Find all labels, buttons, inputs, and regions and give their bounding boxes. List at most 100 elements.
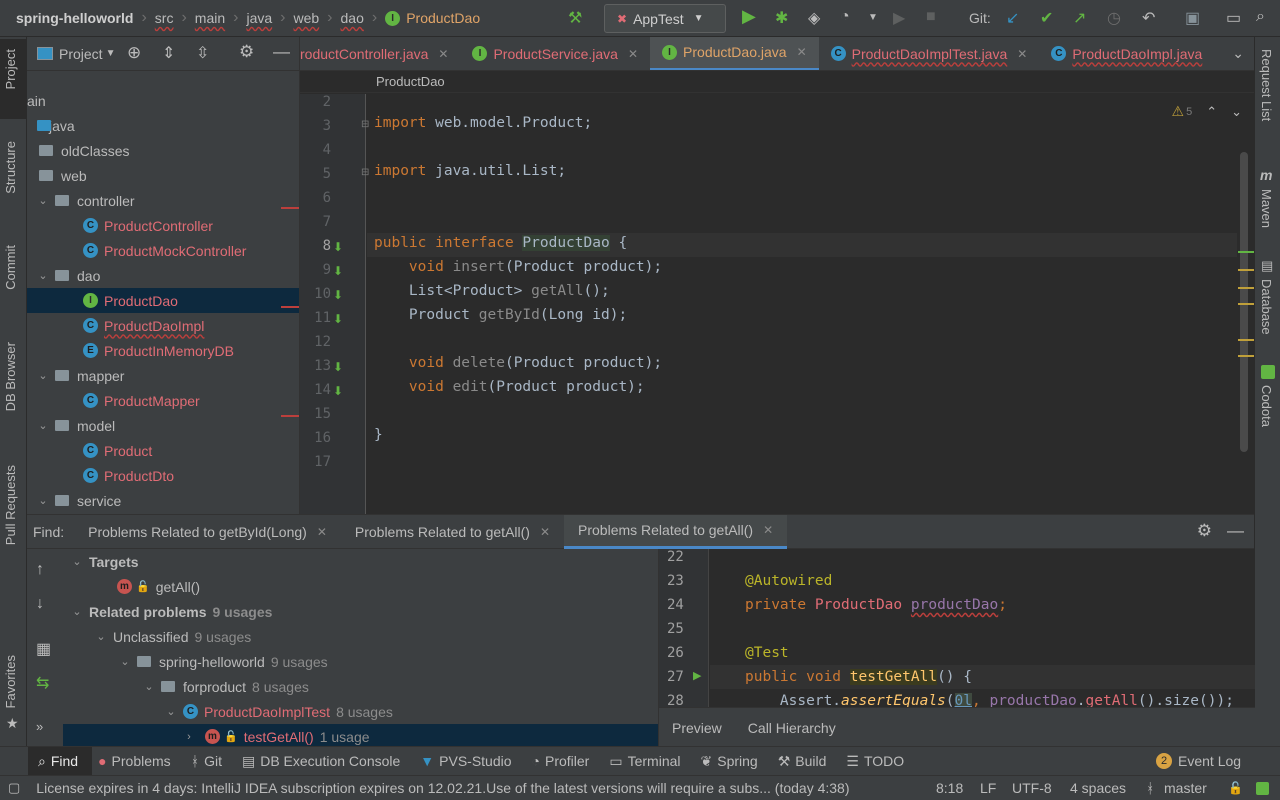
tool-todo[interactable]: ☰ TODO <box>846 753 904 770</box>
find-tab-getall-2[interactable]: Problems Related to getAll() ✕ <box>564 514 788 549</box>
code-line-9[interactable]: void insert(Product product); <box>374 259 662 275</box>
tree-node-related-problems[interactable]: ⌄ Related problems 9 usages <box>69 599 272 624</box>
tree-node-web[interactable]: web <box>27 163 299 188</box>
chevron-down-icon[interactable]: ▼ <box>106 48 116 59</box>
tool-tab-favorites[interactable]: Favorites <box>3 655 18 708</box>
tool-problems[interactable]: ● Problems <box>98 753 171 769</box>
tool-db-console[interactable]: ▤ DB Execution Console <box>242 753 400 770</box>
tree-node-service[interactable]: ⌄ service <box>27 488 299 513</box>
arrow-up-icon[interactable]: ↑ <box>36 561 44 579</box>
chevron-up-icon[interactable]: ⌃ <box>1206 104 1217 120</box>
locate-icon[interactable]: ⊕ <box>127 43 141 63</box>
terminal-icon[interactable]: ▭ <box>1226 8 1241 28</box>
close-icon[interactable]: ✕ <box>317 525 327 539</box>
tree-node-targets[interactable]: ⌄ Targets <box>69 549 138 574</box>
debug-bug-icon[interactable]: ✱ <box>775 8 788 28</box>
run-icon[interactable]: ▶ <box>742 6 756 27</box>
tree-node-productinmemorydb[interactable]: E ProductInMemoryDB <box>27 338 299 363</box>
chevron-down-icon[interactable]: ⌄ <box>69 555 85 568</box>
tree-node-controller[interactable]: ⌄ controller <box>27 188 299 213</box>
editor-scrollbar[interactable] <box>1240 152 1248 452</box>
build-hammer-icon[interactable]: ⚒ <box>568 8 582 28</box>
tab-productdaoimpl[interactable]: C ProductDaoImpl.java <box>1039 37 1214 70</box>
tree-node-productcontroller[interactable]: C ProductController <box>27 213 299 238</box>
chevron-down-icon[interactable]: ⌄ <box>69 605 85 618</box>
find-tab-getbyid[interactable]: Problems Related to getById(Long) ✕ <box>74 515 341 549</box>
coverage-icon[interactable]: ◈ <box>808 8 820 28</box>
profile-icon[interactable]: ◔ <box>840 8 850 26</box>
run-test-gutter-icon[interactable]: ▶ <box>693 669 701 682</box>
chevron-down-icon[interactable]: ⌄ <box>117 655 133 668</box>
breadcrumb-src[interactable]: src <box>155 10 174 26</box>
chevron-down-icon[interactable]: ⌄ <box>1231 104 1242 120</box>
code-line-3[interactable]: import web.model.Product; <box>374 115 592 131</box>
tree-node-productdto[interactable]: C ProductDto <box>27 463 299 488</box>
tool-tab-pull-requests[interactable]: Pull Requests <box>3 465 18 545</box>
implemented-gutter-icon[interactable]: ⬇ <box>333 240 343 254</box>
fold-icon[interactable]: ⊟ <box>361 167 369 178</box>
search-everywhere-icon[interactable]: ⌕ <box>1256 8 1265 26</box>
gear-icon[interactable]: ⚙ <box>1197 521 1212 541</box>
tree-node-forproduct[interactable]: ⌄ forproduct 8 usages <box>141 674 308 699</box>
inspection-widget[interactable]: ⚠ 5 ⌃ ⌄ <box>1172 103 1243 120</box>
project-view-selector[interactable]: Project <box>59 46 103 62</box>
tab-productdao[interactable]: I ProductDao.java ✕ <box>650 37 819 70</box>
implemented-gutter-icon[interactable]: ⬇ <box>333 384 343 398</box>
implemented-gutter-icon[interactable]: ⬇ <box>333 288 343 302</box>
history-icon[interactable]: ◷ <box>1107 8 1121 28</box>
codota-status-icon[interactable] <box>1256 782 1269 795</box>
breadcrumb-main[interactable]: main <box>195 10 225 26</box>
tool-tab-codota[interactable]: Codota <box>1259 385 1274 427</box>
code-line-5[interactable]: import java.util.List; <box>374 163 566 179</box>
group-icon[interactable]: ▦ <box>36 639 51 659</box>
chevron-down-icon[interactable]: ⌄ <box>93 630 109 643</box>
close-icon[interactable]: ✕ <box>540 525 550 539</box>
breadcrumb-java[interactable]: java <box>246 10 272 26</box>
implemented-gutter-icon[interactable]: ⬇ <box>333 360 343 374</box>
chevron-down-icon[interactable]: ⌄ <box>163 705 179 718</box>
chevron-down-icon[interactable]: ⌄ <box>35 419 51 432</box>
git-commit-icon[interactable]: ✔ <box>1040 8 1053 28</box>
tool-find[interactable]: ⌕ Find <box>38 753 78 770</box>
tab-preview[interactable]: Preview <box>672 720 722 736</box>
find-tab-getall-1[interactable]: Problems Related to getAll() ✕ <box>341 515 564 549</box>
chevron-down-icon[interactable]: ⌄ <box>141 680 157 693</box>
close-icon[interactable]: ✕ <box>763 523 773 537</box>
status-message[interactable]: License expires in 4 days: IntelliJ IDEA… <box>36 780 849 796</box>
tool-tab-database[interactable]: Database <box>1259 279 1274 335</box>
tool-tab-db-browser[interactable]: DB Browser <box>3 342 18 411</box>
code-line-14[interactable]: void edit(Product product); <box>374 379 645 395</box>
tool-tab-request-list[interactable]: Request List <box>1259 49 1274 121</box>
tool-tab-commit[interactable]: Commit <box>3 245 18 290</box>
close-icon[interactable]: ✕ <box>797 45 807 59</box>
project-structure-icon[interactable]: ▣ <box>1185 8 1200 28</box>
chevron-down-icon[interactable]: ⌄ <box>35 494 51 507</box>
tree-node-productdaoimpltest[interactable]: ⌄ C ProductDaoImplTest 8 usages <box>163 699 393 724</box>
tool-terminal[interactable]: ▭ Terminal <box>609 753 680 770</box>
tool-git[interactable]: ᚼ Git <box>191 753 222 769</box>
line-separator[interactable]: LF <box>980 780 996 796</box>
tool-profiler[interactable]: ◔ Profiler <box>532 753 590 769</box>
run-config-selector[interactable]: ✖ AppTest ▼ <box>604 4 726 33</box>
git-branch[interactable]: master <box>1164 780 1207 796</box>
chevron-down-icon[interactable]: ⌄ <box>35 194 51 207</box>
tab-productservice[interactable]: I ProductService.java ✕ <box>460 37 650 70</box>
close-icon[interactable]: ✕ <box>1017 47 1027 61</box>
fold-icon[interactable]: ⊟ <box>361 119 369 130</box>
git-push-icon[interactable]: ↗ <box>1073 8 1086 28</box>
tab-productdaoimpltest[interactable]: C ProductDaoImplTest.java ✕ <box>819 37 1040 70</box>
tree-node-productdaoimpl[interactable]: C ProductDaoImpl <box>27 313 299 338</box>
editor-breadcrumb[interactable]: ProductDao <box>300 71 1254 93</box>
hide-panel-icon[interactable]: — <box>273 42 290 62</box>
caret-position[interactable]: 8:18 <box>936 780 963 796</box>
indent-setting[interactable]: 4 spaces <box>1070 780 1126 796</box>
tool-tab-structure[interactable]: Structure <box>3 141 18 194</box>
chevron-down-icon[interactable]: ⌄ <box>35 369 51 382</box>
breadcrumb-dao[interactable]: dao <box>341 10 364 26</box>
profile-dropdown-icon[interactable]: ▼ <box>868 12 878 23</box>
tree-node-productmapper[interactable]: C ProductMapper <box>27 388 299 413</box>
tree-node-oldclasses[interactable]: oldClasses <box>27 138 299 163</box>
tool-tab-maven[interactable]: Maven <box>1259 189 1274 228</box>
tree-node-product[interactable]: C Product <box>27 438 299 463</box>
lock-icon[interactable]: 🔓 <box>1228 781 1243 795</box>
